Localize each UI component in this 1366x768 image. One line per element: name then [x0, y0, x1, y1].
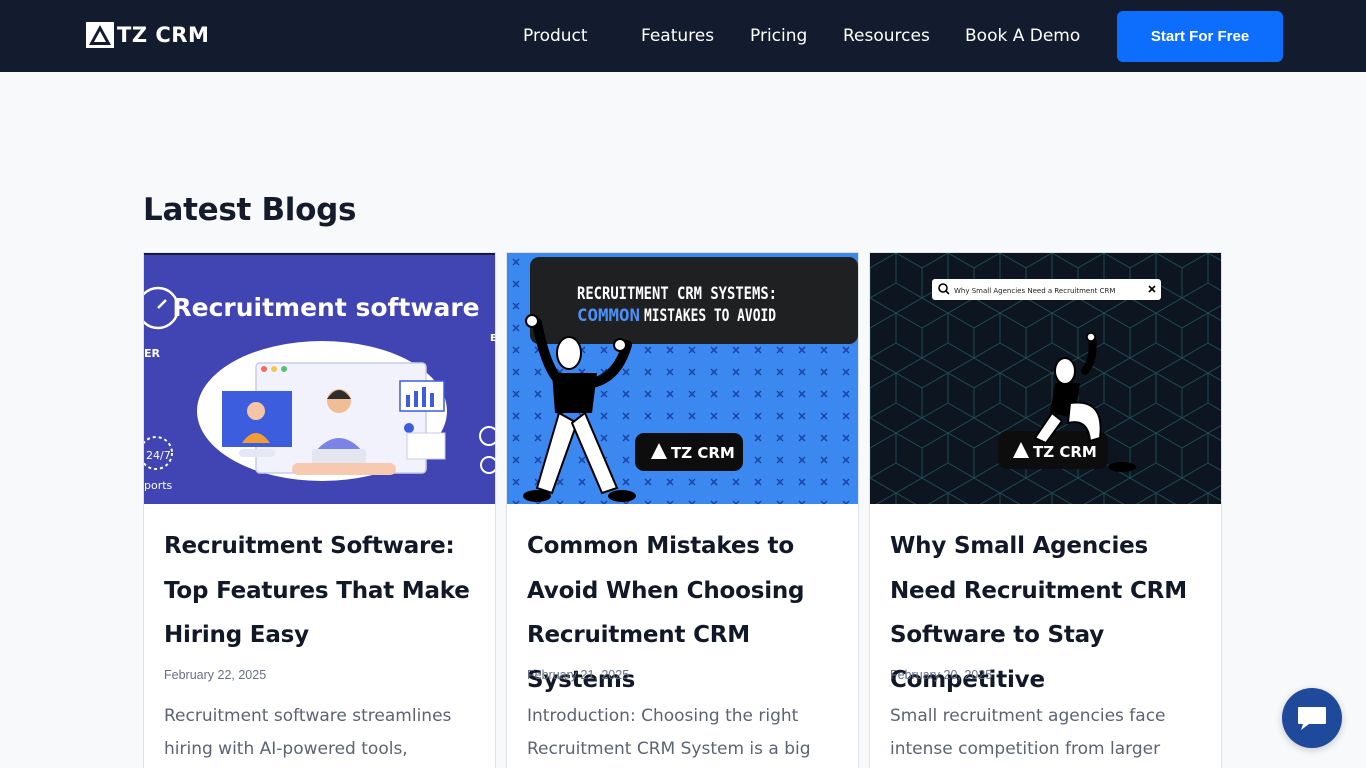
nav-pricing[interactable]: Pricing — [750, 24, 807, 48]
thumb-heading: Recruitment software — [172, 293, 479, 322]
thumb-side-left-text: ER — [144, 347, 161, 360]
blog-thumbnail-common-mistakes[interactable]: RECRUITMENT CRM SYSTEMS: COMMON MISTAKES… — [507, 253, 859, 504]
thumb-side-right-text: EF — [490, 333, 496, 344]
thumb-badge-text: 24/7 — [146, 449, 171, 462]
blog-excerpt: Small recruitment agencies face intense … — [890, 706, 1166, 759]
tz-logo-icon — [86, 22, 114, 48]
nav-features[interactable]: Features — [641, 24, 714, 48]
top-navbar: TZ CRM Product Features Pricing Resource… — [0, 0, 1366, 72]
thumb-logo-text: TZ CRM — [1033, 443, 1097, 461]
blog-excerpt: Recruitment software streamlines hiring … — [164, 706, 452, 759]
thumb-logo-text: TZ CRM — [671, 444, 735, 462]
thumb-banner-line1: RECRUITMENT CRM SYSTEMS: — [577, 284, 777, 304]
blog-date: February 22, 2025 — [164, 668, 267, 682]
blog-thumbnail-recruitment-software[interactable]: ER Recruitment software EF 24/7 ports — [144, 253, 496, 504]
chat-bubble-icon — [1298, 707, 1326, 730]
nav-book-demo[interactable]: Book A Demo — [965, 24, 1080, 48]
blog-date: February 21, 2025 — [527, 668, 630, 682]
chat-widget-button[interactable] — [1282, 688, 1342, 748]
blog-card[interactable]: ER Recruitment software EF 24/7 ports Re… — [143, 252, 496, 768]
blog-date: February 20, 2025 — [890, 668, 993, 682]
brand-name: TZ CRM — [117, 23, 210, 47]
thumb-badge-sub: ports — [144, 479, 173, 492]
nav-product[interactable]: Product — [523, 24, 588, 48]
brand-logo[interactable]: TZ CRM — [86, 22, 209, 48]
thumb-search-text: Why Small Agencies Need a Recruitment CR… — [954, 287, 1115, 295]
section-title: Latest Blogs — [143, 192, 357, 228]
thumb-banner-rest: MISTAKES TO AVOID — [644, 306, 776, 326]
nav-resources[interactable]: Resources — [843, 24, 930, 48]
blog-title[interactable]: Recruitment Software: Top Features That … — [164, 524, 482, 658]
start-free-button[interactable]: Start For Free — [1117, 11, 1283, 62]
blog-card[interactable]: RECRUITMENT CRM SYSTEMS: COMMON MISTAKES… — [506, 252, 859, 768]
blog-card[interactable]: Why Small Agencies Need a Recruitment CR… — [869, 252, 1222, 768]
thumb-banner-highlight: COMMON — [577, 306, 640, 326]
blog-thumbnail-small-agencies[interactable]: Why Small Agencies Need a Recruitment CR… — [870, 253, 1222, 504]
blog-excerpt: Introduction: Choosing the right Recruit… — [527, 706, 811, 759]
